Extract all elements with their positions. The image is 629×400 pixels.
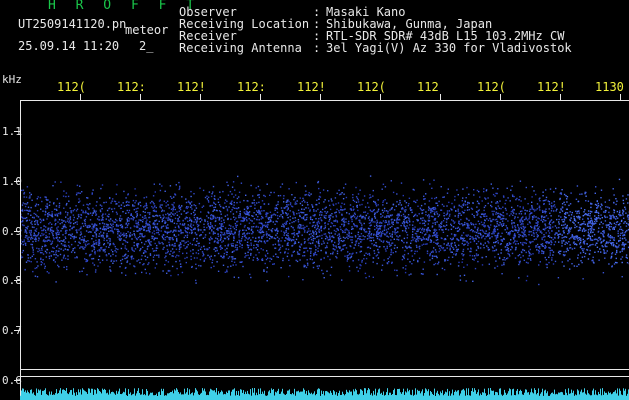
meteor-count: 2_ <box>139 39 154 53</box>
y-axis-unit: kHz <box>2 73 22 86</box>
datetime-label: 25.09.14 11:20 <box>18 39 120 53</box>
y-axis-line <box>20 100 21 400</box>
x-tick-label: 112( <box>477 80 506 94</box>
x-tick-label: 112 <box>417 80 439 94</box>
x-tick-label: 112: <box>237 80 266 94</box>
x-tick-label: 112( <box>57 80 86 94</box>
filename-label: UT2509141120.pn <box>18 17 127 31</box>
antenna-colon: : <box>313 41 321 55</box>
x-tick-label: 112! <box>177 80 206 94</box>
x-axis-line <box>20 100 629 101</box>
x-tick-label: 112( <box>357 80 386 94</box>
x-tick-label: 112! <box>537 80 566 94</box>
x-tick-label: 1130 <box>595 80 624 94</box>
x-tick-label: 112: <box>117 80 146 94</box>
spectrogram-noise-band <box>20 175 629 286</box>
reference-line <box>20 376 629 377</box>
hrofft-spectrogram-window: H R O F F T UT2509141120.pn meteor 25.09… <box>0 0 629 400</box>
antenna-value: 3el Yagi(V) Az 330 for Vladivostok <box>326 41 572 55</box>
antenna-label: Receiving Antenna <box>179 41 302 55</box>
app-title: H R O F F T <box>48 0 201 13</box>
reference-line <box>20 369 629 370</box>
x-tick-label: 112! <box>297 80 326 94</box>
signal-level-trace <box>20 388 629 400</box>
meteor-label: meteor <box>125 23 169 37</box>
